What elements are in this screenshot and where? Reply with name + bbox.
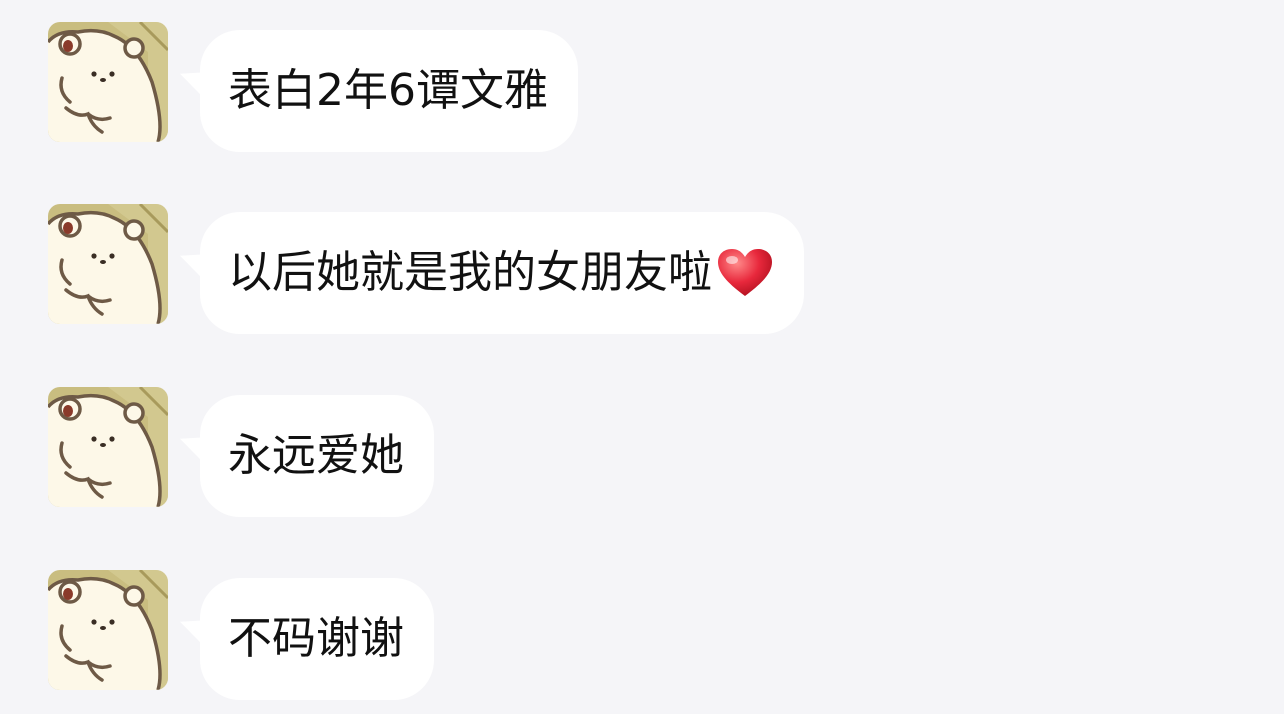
bear-avatar-icon[interactable] bbox=[48, 204, 168, 324]
message-bubble[interactable]: 不码谢谢 bbox=[200, 578, 434, 700]
bear-avatar-icon[interactable] bbox=[48, 570, 168, 690]
message-bubble[interactable]: 以后她就是我的女朋友啦 bbox=[200, 212, 804, 334]
message-text: 以后她就是我的女朋友啦 bbox=[228, 247, 712, 298]
chat-message-list: 表白2年6谭文雅 以后她就是我的女朋友啦 永远爱她 不码谢谢 bbox=[0, 0, 1284, 714]
bear-avatar-icon[interactable] bbox=[48, 387, 168, 507]
message-bubble[interactable]: 表白2年6谭文雅 bbox=[200, 30, 578, 152]
message-text: 表白2年6谭文雅 bbox=[228, 65, 548, 116]
heart-icon bbox=[716, 248, 774, 298]
message-row: 永远爱她 bbox=[48, 387, 1248, 517]
message-text: 永远爱她 bbox=[228, 430, 404, 481]
message-row: 不码谢谢 bbox=[48, 570, 1248, 700]
message-text: 不码谢谢 bbox=[228, 613, 404, 664]
message-row: 以后她就是我的女朋友啦 bbox=[48, 204, 1248, 334]
message-bubble[interactable]: 永远爱她 bbox=[200, 395, 434, 517]
message-row: 表白2年6谭文雅 bbox=[48, 22, 1248, 152]
bear-avatar-icon[interactable] bbox=[48, 22, 168, 142]
